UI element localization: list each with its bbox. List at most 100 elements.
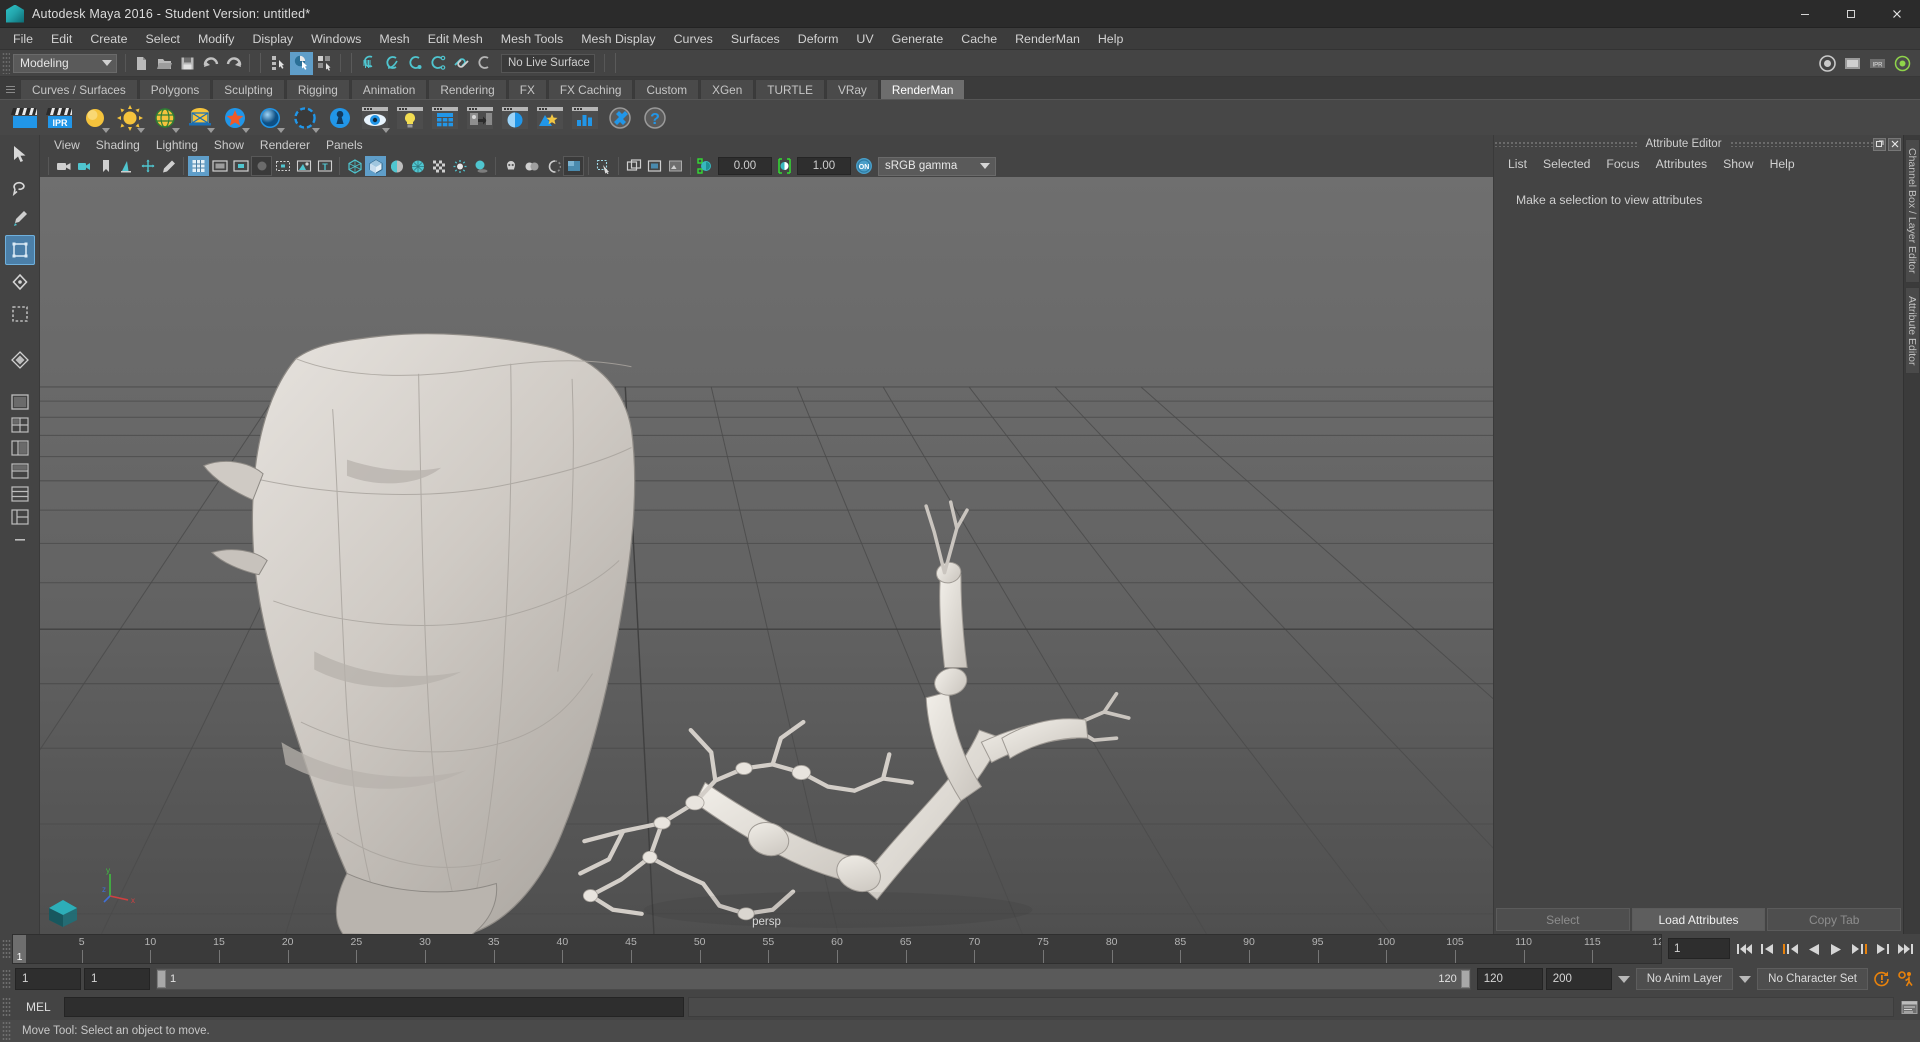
rman-help-icon[interactable]: ? [638,101,671,134]
viewport-menu-lighting[interactable]: Lighting [148,137,206,153]
menu-cache[interactable]: Cache [952,28,1006,50]
go-to-start-icon[interactable] [1734,938,1755,960]
select-by-component-button[interactable] [313,52,336,75]
load-attributes-button[interactable]: Load Attributes [1631,908,1766,931]
select-camera-icon[interactable] [53,156,74,176]
new-scene-button[interactable] [130,52,153,75]
textured-icon[interactable] [428,156,449,176]
animation-end-field[interactable]: 200 [1545,968,1612,990]
menu-create[interactable]: Create [81,28,136,50]
rotate-tool-button[interactable] [5,267,35,297]
rman-light-linking-icon[interactable] [393,101,426,134]
xray-active-components-icon[interactable] [542,156,563,176]
rman-env-light-icon[interactable] [148,101,181,134]
step-back-frame-icon[interactable] [1757,938,1778,960]
minimize-button[interactable] [1782,0,1828,28]
rman-bake-icon[interactable] [463,101,496,134]
menu-mesh[interactable]: Mesh [370,28,418,50]
shelf-tab-turtle[interactable]: TURTLE [755,79,825,99]
save-scene-button[interactable] [176,52,199,75]
character-set-selector[interactable]: No Character Set [1757,968,1868,990]
last-tool-used-button[interactable] [5,345,35,375]
shadows-icon[interactable] [470,156,491,176]
select-tool-button[interactable] [5,139,35,169]
render-current-frame-button[interactable] [1816,52,1839,75]
snap-to-grid-button[interactable] [358,52,381,75]
shelf-tab-renderman[interactable]: RenderMan [879,79,966,99]
menu-edit-mesh[interactable]: Edit Mesh [419,28,492,50]
anim-layer-selector[interactable]: No Anim Layer [1635,968,1734,990]
anim-layer-chevron-icon[interactable] [1617,975,1630,983]
rman-shading-icon[interactable] [498,101,531,134]
viewport-menu-renderer[interactable]: Renderer [252,137,318,153]
menu-curves[interactable]: Curves [665,28,722,50]
attr-menu-selected[interactable]: Selected [1535,156,1598,172]
layout-more-button[interactable] [7,529,33,551]
current-frame-field[interactable]: 1 [1668,938,1730,959]
smooth-shade-icon[interactable] [365,156,386,176]
command-language-label[interactable]: MEL [16,1000,60,1014]
color-management-selector[interactable]: sRGB gamma [878,156,996,176]
viewport-menu-view[interactable]: View [46,137,88,153]
isolate-select-icon[interactable] [593,156,614,176]
select-by-hierarchy-button[interactable] [267,52,290,75]
menu-mesh-display[interactable]: Mesh Display [572,28,664,50]
exposure-reset-icon[interactable] [695,156,716,176]
go-to-end-icon[interactable] [1895,938,1916,960]
xray-icon[interactable] [500,156,521,176]
layout-persp-graph-button[interactable] [7,460,33,482]
rman-stats-icon[interactable] [568,101,601,134]
menu-mesh-tools[interactable]: Mesh Tools [492,28,572,50]
statusbar-grip[interactable] [2,52,10,74]
snap-to-curve-button[interactable] [381,52,404,75]
live-surface-field[interactable]: No Live Surface [501,53,595,73]
rman-area-light-icon[interactable] [78,101,111,134]
perspective-viewport[interactable]: persp y x z [40,177,1493,934]
camera-attributes-icon[interactable] [74,156,95,176]
viewport-menu-panels[interactable]: Panels [318,137,371,153]
viewport-menu-show[interactable]: Show [206,137,252,153]
redo-button[interactable] [222,52,245,75]
select-by-object-button[interactable] [290,51,313,75]
film-gate-icon[interactable] [209,156,230,176]
scale-tool-button[interactable] [5,299,35,329]
wireframe-icon[interactable] [344,156,365,176]
color-management-toggle-icon[interactable]: ON [853,156,874,176]
bookmark-icon[interactable] [95,156,116,176]
character-set-chevron-icon[interactable] [1739,975,1752,983]
gate-mask-icon[interactable] [251,156,272,176]
viewport-menu-shading[interactable]: Shading [88,137,148,153]
viewport-renderer-icon[interactable] [563,156,584,176]
rman-visualizer-icon[interactable] [358,101,391,134]
range-slider[interactable]: 1 120 [156,968,1471,990]
step-forward-key-icon[interactable] [1849,938,1870,960]
range-start-handle[interactable] [157,970,166,988]
close-button[interactable] [1874,0,1920,28]
layout-persp-outliner-button[interactable] [7,437,33,459]
close-icon[interactable] [1888,137,1902,151]
resolution-gate-icon[interactable] [230,156,251,176]
shelf-tab-fx-caching[interactable]: FX Caching [547,79,634,99]
shelf-tab-vray[interactable]: VRay [825,79,879,99]
layout-hierarchy-button[interactable] [7,506,33,528]
rman-texture-manager-icon[interactable] [428,101,461,134]
menu-file[interactable]: File [4,28,42,50]
rman-rod-icon[interactable] [288,101,321,134]
auto-keyframe-icon[interactable] [1871,968,1892,990]
move-tool-button[interactable] [4,235,35,265]
snap-to-projected-center-button[interactable] [427,52,450,75]
menu-display[interactable]: Display [243,28,302,50]
shelf-tab-fx[interactable]: FX [507,79,547,99]
gamma-field[interactable]: 1.00 [797,157,851,175]
attr-menu-focus[interactable]: Focus [1598,156,1647,172]
panel-zoom-icon[interactable] [623,156,644,176]
select-button[interactable]: Select [1496,908,1630,931]
flat-shade-icon[interactable] [386,156,407,176]
current-time-indicator[interactable]: 1 [13,935,26,963]
exposure-field[interactable]: 0.00 [718,157,772,175]
lasso-tool-button[interactable] [5,171,35,201]
shaded-wireframe-icon[interactable] [407,156,428,176]
shelf-tab-xgen[interactable]: XGen [700,79,755,99]
rman-keyhole-icon[interactable] [323,101,356,134]
attr-menu-list[interactable]: List [1500,156,1535,172]
